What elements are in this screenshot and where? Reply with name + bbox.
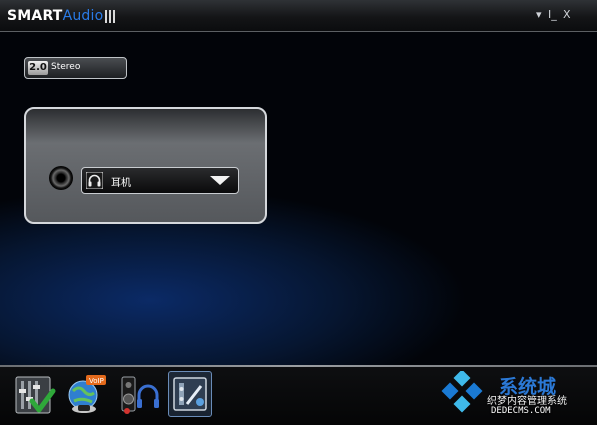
speaker-mode-label: Stereo bbox=[51, 62, 81, 72]
watermark-logo-icon bbox=[441, 371, 483, 413]
watermark-url: DEDECMS.COM bbox=[491, 406, 551, 416]
logo-text-smart: SMART bbox=[7, 8, 63, 24]
title-bar[interactable]: SMARTAudio ▾ I_ X bbox=[0, 0, 597, 32]
watermark: 系统城 织梦内容管理系统 DEDECMS.COM bbox=[437, 366, 597, 425]
device-select[interactable]: 耳机 bbox=[81, 167, 239, 194]
tool-voip-button[interactable]: VoIP bbox=[64, 371, 108, 417]
smartaudio-logo: SMARTAudio bbox=[7, 8, 103, 24]
speaker-mode-button[interactable]: 2.0 Stereo bbox=[24, 57, 127, 79]
speaker-headphone-icon bbox=[121, 376, 159, 414]
watermark-subtitle: 织梦内容管理系统 bbox=[487, 396, 567, 407]
smartaudio-window: SMARTAudio ▾ I_ X 2.0 Stereo 耳机 VoIP 系统城… bbox=[0, 0, 597, 425]
chevron-down-icon bbox=[210, 176, 230, 185]
logo-bars-icon bbox=[105, 10, 116, 23]
audio-jack-icon bbox=[49, 166, 73, 190]
close-button[interactable]: X bbox=[563, 9, 571, 21]
selected-device-label: 耳机 bbox=[111, 178, 131, 189]
audio-director-icon bbox=[173, 377, 207, 411]
tool-speaker-button[interactable] bbox=[117, 371, 161, 417]
svg-text:VoIP: VoIP bbox=[89, 377, 104, 385]
equalizer-check-icon bbox=[15, 376, 56, 414]
menu-dropdown-button[interactable]: ▾ bbox=[536, 9, 542, 21]
device-panel: 耳机 bbox=[24, 107, 267, 224]
logo-text-audio: Audio bbox=[62, 8, 104, 24]
channel-badge: 2.0 bbox=[28, 61, 48, 75]
minimize-button[interactable]: I_ bbox=[548, 9, 557, 21]
voip-globe-icon: VoIP bbox=[68, 375, 106, 413]
headphone-icon bbox=[86, 172, 103, 189]
tool-equalizer-button[interactable] bbox=[12, 371, 56, 417]
tool-audio-director-button[interactable] bbox=[168, 371, 212, 417]
